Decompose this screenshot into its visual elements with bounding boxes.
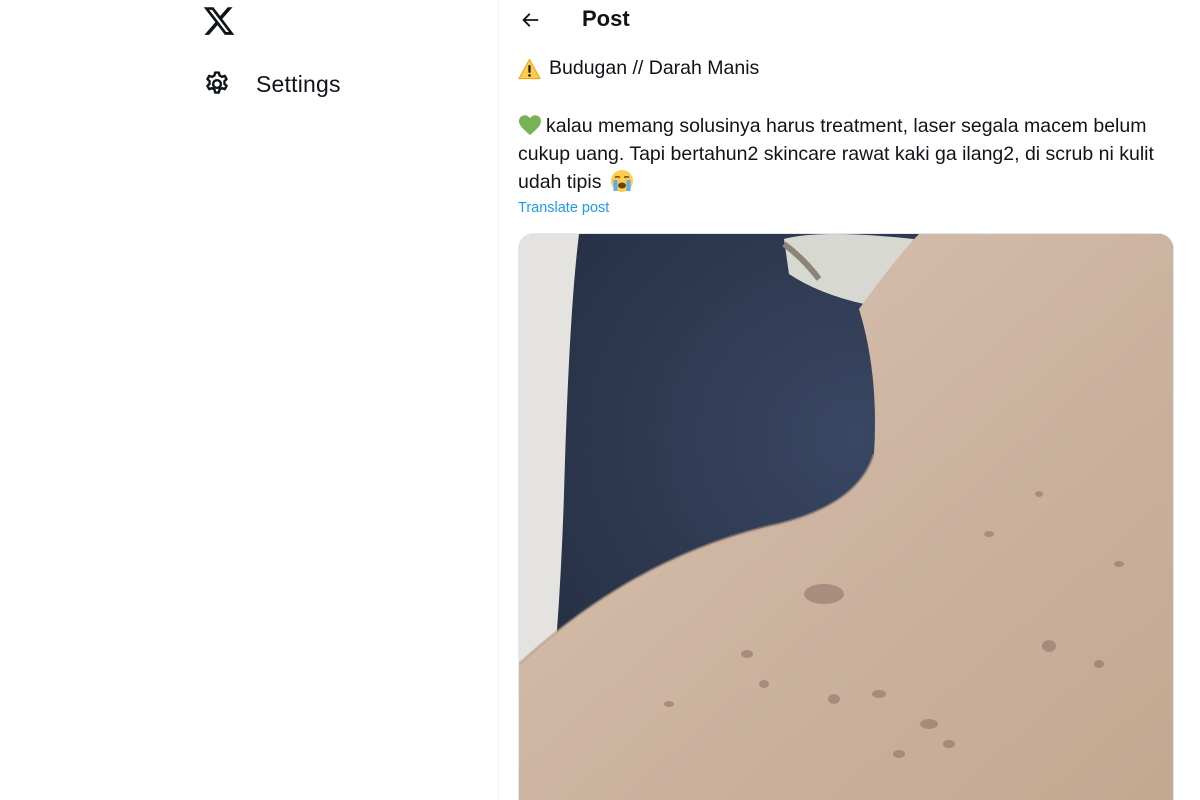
post-subject-line: Budugan // Darah Manis: [518, 57, 759, 80]
green-heart-icon: [519, 115, 541, 135]
warning-icon: [518, 58, 541, 79]
app-root: Settings Post Budugan // Darah Manis kal…: [0, 0, 1200, 800]
nav-item-label: Settings: [256, 70, 341, 97]
back-button[interactable]: [514, 4, 546, 36]
translate-post-link[interactable]: Translate post: [518, 200, 609, 216]
loudly-crying-face-icon: [610, 170, 633, 192]
page-title: Post: [582, 6, 630, 31]
x-logo-icon[interactable]: [202, 4, 236, 38]
gear-icon: [200, 67, 234, 101]
post-header: Post: [499, 0, 1200, 40]
nav-item-settings[interactable]: Settings: [200, 62, 341, 106]
post-column: Post Budugan // Darah Manis kalau memang…: [499, 0, 1200, 800]
post-media-image[interactable]: [518, 233, 1174, 800]
back-arrow-icon: [522, 13, 539, 27]
photo-leg-skin-spots: [519, 234, 1173, 800]
post-body: kalau memang solusinya harus treatment, …: [518, 112, 1183, 196]
post-subject-text: Budugan // Darah Manis: [549, 57, 760, 79]
